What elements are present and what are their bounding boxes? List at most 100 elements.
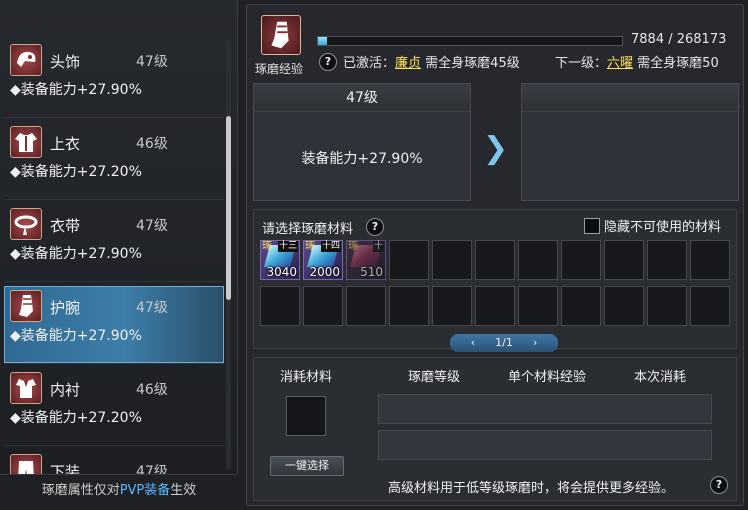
activated-requirement: 需全身琢磨45级: [425, 56, 520, 71]
item-tag: 琢: [305, 241, 315, 252]
equip-item-head[interactable]: 头饰 47级 ◆装备能力+27.90%: [4, 40, 224, 118]
prev-page-button[interactable]: ‹: [471, 336, 475, 349]
col-material-exp: 单个材料经验: [508, 370, 587, 385]
material-slot[interactable]: [690, 240, 730, 280]
equipment-panel: 头饰 47级 ◆装备能力+27.90% 上衣 46级 ◆装备能力+27.20% …: [0, 0, 238, 510]
equip-item-bracer[interactable]: 护腕 47级 ◆装备能力+27.90%: [4, 286, 224, 364]
next-level-name-link[interactable]: 六曜: [607, 56, 633, 71]
material-slot[interactable]: [518, 286, 558, 326]
belt-icon: [10, 208, 42, 240]
equip-level: 47级: [136, 300, 168, 316]
activated-name-link[interactable]: 廉贞: [395, 56, 421, 71]
consume-row: [378, 430, 712, 460]
material-slot[interactable]: [303, 286, 343, 326]
equip-level: 47级: [136, 54, 168, 70]
pvp-note-highlight: PVP装备: [119, 483, 171, 498]
page-indicator: 1/1: [495, 336, 513, 349]
equip-bonus: ◆装备能力+27.20%: [10, 164, 142, 180]
material-slot[interactable]: [475, 240, 515, 280]
material-slot[interactable]: [432, 240, 472, 280]
item-grade: 十: [372, 241, 384, 252]
col-polish-level: 琢磨等级: [408, 370, 461, 385]
material-slot[interactable]: [389, 286, 429, 326]
exp-progress-fill: [318, 37, 327, 45]
exp-progress-bar: [317, 36, 623, 46]
material-item[interactable]: 琢 十四 2000: [303, 240, 343, 280]
material-slot[interactable]: [260, 286, 300, 326]
equip-item-pants[interactable]: 下装 47级: [4, 450, 224, 475]
equip-item-belt[interactable]: 衣带 47级 ◆装备能力+27.90%: [4, 204, 224, 282]
equip-level: 46级: [136, 382, 168, 398]
consume-help-button[interactable]: ?: [710, 476, 728, 494]
equip-bonus: ◆装备能力+27.90%: [10, 246, 142, 262]
equip-item-inner-shirt[interactable]: 内衬 46级 ◆装备能力+27.20%: [4, 368, 224, 446]
inner-shirt-icon: [10, 372, 42, 404]
polish-exp-label: 琢磨经验: [255, 62, 304, 76]
material-tip: 高级材料用于低等级琢磨时，将会提供更多经验。: [388, 481, 675, 496]
helmet-icon: [10, 44, 42, 76]
material-item[interactable]: 琢 十 510: [346, 240, 386, 280]
material-slot[interactable]: [346, 286, 386, 326]
item-grade: 十三: [277, 241, 298, 252]
col-this-cost: 本次消耗: [634, 370, 687, 385]
pvp-note-prefix: 琢磨属性仅对: [41, 483, 120, 498]
material-slot[interactable]: [604, 286, 644, 326]
material-slot[interactable]: [604, 240, 644, 280]
materials-title: 请选择琢磨材料: [262, 222, 354, 237]
equip-item-top[interactable]: 上衣 46级 ◆装备能力+27.20%: [4, 122, 224, 200]
hide-unusable-checkbox[interactable]: [584, 218, 600, 234]
current-stat-box: 47级 装备能力+27.90%: [253, 83, 471, 201]
item-count: 3040: [266, 265, 297, 279]
equip-bonus: ◆装备能力+27.90%: [10, 328, 142, 344]
item-tag: 琢: [262, 241, 272, 252]
equip-name: 上衣: [50, 135, 81, 153]
item-tag: 琢: [348, 241, 358, 252]
material-item[interactable]: 琢 十三 3040: [260, 240, 300, 280]
material-slot[interactable]: [432, 286, 472, 326]
next-level-label: 下一级：: [555, 56, 608, 71]
next-page-button[interactable]: ›: [533, 336, 537, 349]
item-count: 510: [360, 265, 383, 279]
material-slot[interactable]: [561, 286, 601, 326]
activated-label: 已激活：: [343, 56, 396, 71]
consume-panel: 消耗材料 琢磨等级 单个材料经验 本次消耗 一键选择 高级材料用于低等级琢磨时，…: [253, 357, 737, 501]
polish-help-button[interactable]: ?: [319, 53, 337, 71]
material-slot[interactable]: [647, 240, 687, 280]
current-stat-level: 47级: [254, 84, 470, 112]
material-slot[interactable]: [475, 286, 515, 326]
equip-name: 护腕: [50, 299, 81, 317]
materials-pager: ‹ 1/1 ›: [450, 334, 558, 352]
equip-bonus: ◆装备能力+27.90%: [10, 82, 142, 98]
pvp-note-suffix: 生效: [170, 483, 197, 498]
item-count: 2000: [309, 265, 340, 279]
top-icon: [10, 126, 42, 158]
current-stat-bonus: 装备能力+27.90%: [301, 151, 423, 167]
scroll-thumb[interactable]: [226, 116, 231, 300]
equipment-scrollbar[interactable]: [226, 40, 231, 470]
equip-name: 下装: [50, 463, 81, 475]
equip-level: 47级: [136, 218, 168, 234]
activated-info: 已激活：廉贞 需全身琢磨45级: [343, 52, 520, 71]
equip-name: 内衬: [50, 381, 81, 399]
one-key-select-button[interactable]: 一键选择: [270, 456, 344, 476]
material-slot[interactable]: [647, 286, 687, 326]
polish-exp-icon: [261, 15, 301, 55]
arrow-right-icon: ❯: [483, 131, 509, 166]
material-slot[interactable]: [561, 240, 601, 280]
consume-material-slot[interactable]: [286, 396, 326, 436]
pants-icon: [10, 454, 42, 475]
materials-panel: 请选择琢磨材料 ? 隐藏不可使用的材料 琢 十三 3040 琢 十四 2000 …: [253, 209, 737, 352]
material-slot[interactable]: [690, 286, 730, 326]
item-grade: 十四: [320, 241, 341, 252]
material-slot[interactable]: [389, 240, 429, 280]
consume-row: [378, 394, 712, 424]
materials-help-button[interactable]: ?: [366, 218, 384, 236]
equip-level: 47级: [136, 464, 168, 475]
equip-bonus: ◆装备能力+27.20%: [10, 410, 142, 426]
col-consume-material: 消耗材料: [280, 370, 333, 385]
hide-unusable-label: 隐藏不可使用的材料: [604, 220, 722, 235]
hide-unusable-toggle[interactable]: 隐藏不可使用的材料: [584, 216, 721, 235]
equip-name: 衣带: [50, 217, 81, 235]
pvp-note: 琢磨属性仅对PVP装备生效: [0, 474, 238, 510]
material-slot[interactable]: [518, 240, 558, 280]
